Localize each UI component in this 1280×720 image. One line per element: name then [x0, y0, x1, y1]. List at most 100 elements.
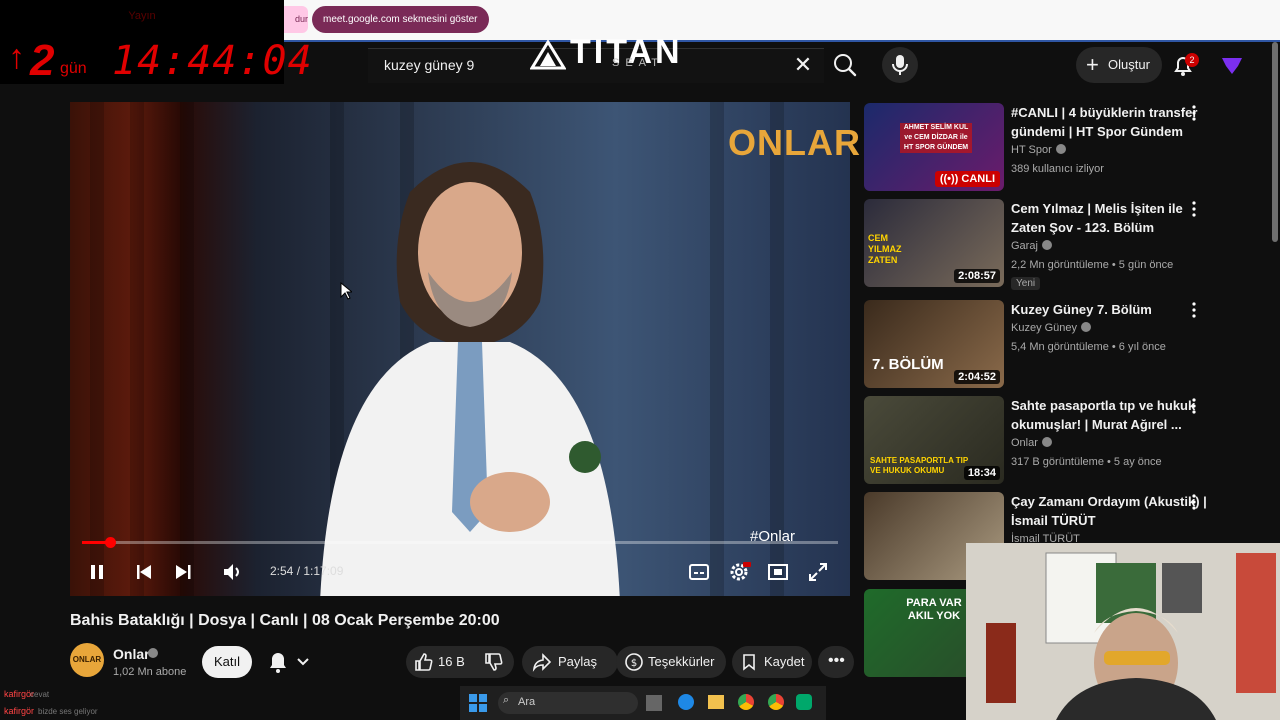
- recommendation-channel[interactable]: HT Spor: [1011, 144, 1066, 156]
- thumbnail-text: 7. BÖLÜM: [872, 356, 944, 373]
- fullscreen-icon[interactable]: [805, 559, 831, 585]
- duration-badge: 18:34: [963, 466, 1000, 480]
- verified-check-icon: [1081, 322, 1092, 332]
- recommendation-item[interactable]: SAHTE PASAPORTLA TIP VE HUKUK OKUMU 18:3…: [864, 396, 1264, 484]
- channel-name[interactable]: Onlar: [113, 646, 150, 662]
- more-actions-button[interactable]: •••: [818, 646, 854, 678]
- thumbnail-text: SAHTE PASAPORTLA TIP VE HUKUK OKUMU: [870, 456, 969, 475]
- previous-icon[interactable]: [131, 559, 157, 585]
- webcam-overlay: [966, 543, 1280, 720]
- recommendation-thumbnail[interactable]: 7. BÖLÜM 2:04:52: [864, 300, 1004, 388]
- duration-badge: 2:04:52: [954, 370, 1000, 384]
- edge-browser-icon[interactable]: [678, 694, 694, 710]
- recommendation-thumbnail[interactable]: AHMET SELİM KUL ve CEM DİZDAR ile HT SPO…: [864, 103, 1004, 191]
- chat-message: cevat: [30, 690, 50, 699]
- thumbnail-text: CEM YILMAZ ZATEN: [868, 233, 902, 265]
- create-button[interactable]: + Oluştur: [1076, 47, 1162, 83]
- chat-username: kafirgör: [4, 706, 35, 716]
- chat-message: bizde ses geliyor: [38, 707, 98, 716]
- video-title: Bahis Bataklığı | Dosya | Canlı | 08 Oca…: [70, 612, 500, 629]
- titan-logo-sub: SEAT: [612, 57, 664, 69]
- settings-gear-icon[interactable]: [726, 559, 752, 585]
- search-icon[interactable]: [830, 50, 860, 80]
- windows-start-icon[interactable]: [469, 694, 487, 712]
- bookmark-icon: [743, 654, 755, 671]
- more-vert-icon[interactable]: [1190, 302, 1198, 318]
- more-vert-icon[interactable]: [1190, 398, 1198, 414]
- miniplayer-icon[interactable]: [765, 559, 791, 585]
- recommendation-channel[interactable]: Onlar: [1011, 437, 1052, 449]
- thanks-button[interactable]: $ Teşekkürler: [616, 646, 726, 678]
- time-display: 2:54 / 1:17:09: [270, 564, 344, 578]
- thanks-label: Teşekkürler: [648, 654, 715, 669]
- pause-icon[interactable]: [84, 559, 110, 585]
- mouse-cursor-icon: [340, 282, 352, 300]
- like-dislike-button[interactable]: 16 B: [406, 646, 514, 678]
- verified-check-icon: [1055, 144, 1066, 154]
- search-input-value[interactable]: kuzey güney 9: [384, 57, 474, 73]
- join-button[interactable]: Katıl: [202, 646, 252, 678]
- countdown-top-label: Yayın: [128, 10, 156, 22]
- next-icon[interactable]: [170, 559, 196, 585]
- up-arrow-icon: ↑: [8, 38, 25, 76]
- share-label: Paylaş: [558, 654, 598, 669]
- thumbnail-text: AHMET SELİM KUL ve CEM DİZDAR ile HT SPO…: [900, 123, 972, 153]
- thumbs-down-icon[interactable]: [484, 652, 504, 672]
- subtitles-icon[interactable]: [686, 559, 712, 585]
- recommendation-meta: 389 kullanıcı izliyor: [1011, 163, 1104, 175]
- thumbnail-text: PARA VAR AKIL YOK: [906, 597, 962, 622]
- countdown-clock: 14:44:04: [112, 38, 313, 84]
- recommendation-thumbnail[interactable]: SAHTE PASAPORTLA TIP VE HUKUK OKUMU 18:3…: [864, 396, 1004, 484]
- app-icon[interactable]: [796, 694, 812, 710]
- save-button[interactable]: Kaydet: [732, 646, 812, 678]
- live-badge: ((•)) CANLI: [934, 171, 1000, 187]
- like-count: 16 B: [438, 654, 465, 669]
- new-badge: Yeni: [1011, 277, 1041, 290]
- meet-tab-notice-button[interactable]: meet.google.com sekmesini göster: [312, 6, 489, 33]
- taskbar-search-placeholder: Ara: [518, 696, 536, 708]
- microphone-icon: [892, 55, 908, 75]
- subscription-bell-button[interactable]: [262, 646, 320, 678]
- verified-check-icon: [148, 648, 158, 658]
- progress-bar[interactable]: [82, 541, 838, 544]
- verified-check-icon: [1041, 240, 1052, 250]
- video-player[interactable]: [70, 102, 850, 596]
- more-dots-icon: •••: [828, 652, 845, 669]
- volume-icon[interactable]: [219, 559, 245, 585]
- chrome-icon[interactable]: [738, 694, 754, 710]
- recommendation-meta: 317 B görüntüleme • 5 ay önce: [1011, 456, 1162, 468]
- verified-check-icon: [1041, 437, 1052, 447]
- recommendation-meta: 2,2 Mn görüntüleme • 5 gün önce: [1011, 259, 1174, 271]
- progress-scrubber[interactable]: [105, 537, 116, 548]
- countdown-days-label: gün: [60, 60, 87, 77]
- recommendation-meta: 5,4 Mn görüntüleme • 6 yıl önce: [1011, 341, 1166, 353]
- svg-text:$: $: [631, 658, 637, 669]
- save-label: Kaydet: [764, 654, 805, 669]
- more-vert-icon[interactable]: [1190, 105, 1198, 121]
- file-explorer-icon[interactable]: [708, 695, 724, 709]
- scrollbar[interactable]: [1272, 42, 1278, 242]
- notice-fragment: dur: [284, 6, 308, 33]
- recommendation-item[interactable]: AHMET SELİM KUL ve CEM DİZDAR ile HT SPO…: [864, 103, 1264, 191]
- presenter-figure: [320, 162, 620, 596]
- more-vert-icon[interactable]: [1190, 494, 1198, 510]
- recommendation-item[interactable]: CEM YILMAZ ZATEN 2:08:57 Cem Yılmaz | Me…: [864, 199, 1264, 291]
- plus-icon: +: [1086, 52, 1099, 77]
- more-vert-icon[interactable]: [1190, 201, 1198, 217]
- recommendation-channel[interactable]: Kuzey Güney: [1011, 322, 1092, 334]
- clear-search-button[interactable]: ✕: [790, 52, 816, 78]
- chrome-profile-icon[interactable]: [768, 694, 784, 710]
- account-avatar[interactable]: [1222, 56, 1242, 74]
- duration-badge: 2:08:57: [954, 269, 1000, 283]
- channel-avatar[interactable]: ONLAR: [70, 643, 104, 677]
- onlar-watermark: ONLAR: [728, 122, 861, 163]
- task-view-icon[interactable]: [646, 695, 662, 711]
- thumbs-up-icon: [415, 653, 433, 671]
- share-button[interactable]: Paylaş: [522, 646, 618, 678]
- recommendation-channel[interactable]: Garaj: [1011, 240, 1052, 252]
- recommendation-item[interactable]: 7. BÖLÜM 2:04:52 Kuzey Güney 7. Bölüm Ku…: [864, 300, 1264, 388]
- streamer-figure: [966, 543, 1280, 720]
- voice-search-button[interactable]: [882, 47, 918, 83]
- recommendation-thumbnail[interactable]: CEM YILMAZ ZATEN 2:08:57: [864, 199, 1004, 287]
- titan-logo-icon: [530, 40, 566, 70]
